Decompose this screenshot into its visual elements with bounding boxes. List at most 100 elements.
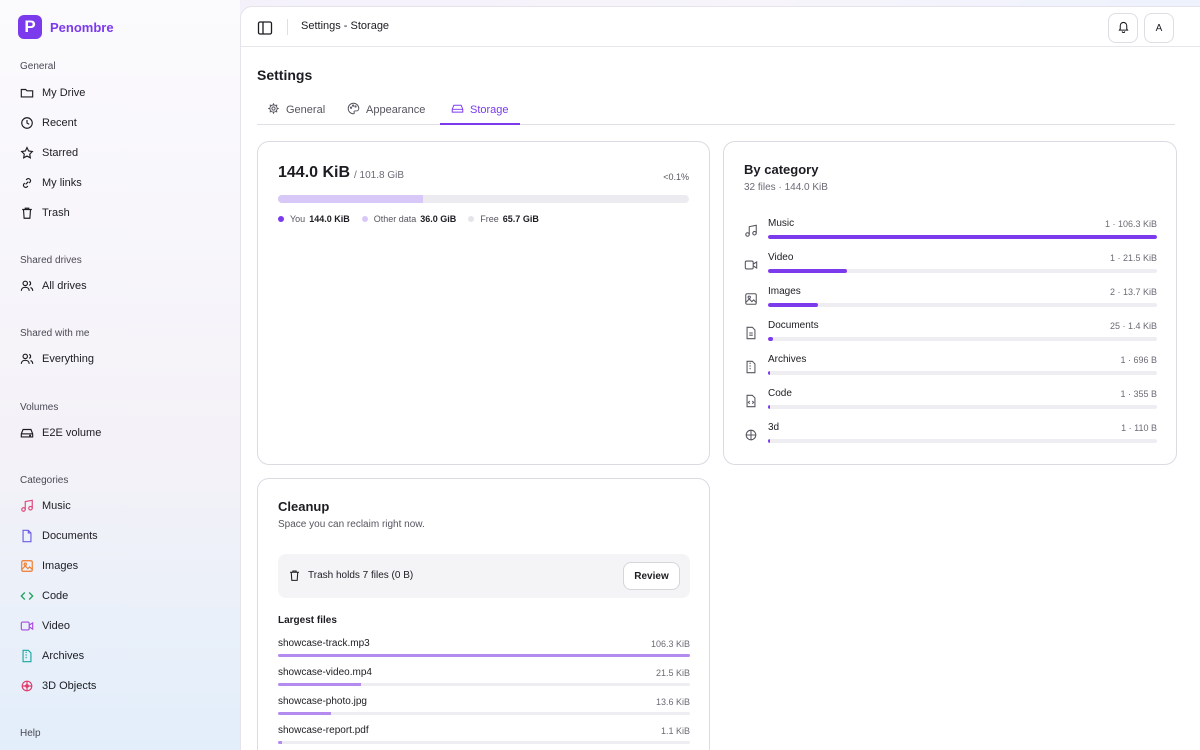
sidebar-item-label: Everything: [42, 353, 94, 365]
category-bar: [768, 337, 1157, 341]
legend-dot: [361, 216, 368, 222]
notifications-button[interactable]: [1108, 13, 1138, 43]
settings-tabs: General Appearance Storage: [257, 95, 1175, 125]
category-bar-fill: [768, 337, 774, 341]
drive-icon: [451, 102, 464, 118]
sidebar-item-label: My Drive: [42, 87, 86, 99]
cube-icon: [20, 679, 34, 693]
file-size-bar: [278, 654, 690, 657]
sidebar-item-my-drive[interactable]: My Drive: [20, 83, 220, 103]
by-category-card: By category 32 files · 144.0 KiB Music 1 …: [723, 141, 1177, 465]
sidebar-item-music[interactable]: Music: [20, 496, 220, 516]
sidebar-item-images[interactable]: Images: [20, 556, 220, 576]
category-row-code[interactable]: Code 1 · 355 B: [744, 388, 1157, 414]
trash-summary-text: Trash holds 7 files (0 B): [308, 570, 414, 581]
category-value: 1 · 21.5 KiB: [1109, 253, 1157, 263]
section-label-shared-drives: Shared drives: [20, 255, 82, 266]
sidebar-item-label: My links: [42, 177, 82, 189]
section-label-volumes: Volumes: [20, 402, 59, 413]
usage-used: 144.0 KiB: [278, 164, 351, 181]
category-name: Archives: [768, 354, 807, 365]
usage-bar-fill: [278, 195, 424, 203]
category-row-documents[interactable]: Documents 25 · 1.4 KiB: [744, 320, 1157, 346]
storage-usage-card: 144.0 KiB / 101.8 GiB <0.1% You 144.0 KiB…: [257, 141, 710, 465]
section-label-general: General: [20, 61, 56, 72]
legend-value: 36.0 GiB: [420, 214, 457, 224]
sidebar-item-e2e-volume[interactable]: E2E volume: [20, 423, 220, 443]
code-file-icon: [744, 394, 758, 408]
star-icon: [20, 146, 34, 160]
cleanup-card: Cleanup Space you can reclaim right now.…: [257, 478, 710, 750]
tab-appearance[interactable]: Appearance: [347, 95, 425, 125]
tab-general[interactable]: General: [267, 95, 325, 125]
largest-file-row[interactable]: showcase-report.pdf 1.1 KiB: [278, 725, 690, 749]
largest-files-title: Largest files: [278, 615, 337, 626]
sidebar-item-starred[interactable]: Starred: [20, 143, 220, 163]
tab-label: Storage: [470, 104, 509, 116]
largest-file-row[interactable]: showcase-track.mp3 106.3 KiB: [278, 638, 690, 662]
sidebar-item-code[interactable]: Code: [20, 586, 220, 606]
bell-icon: [1117, 20, 1130, 36]
category-value: 1 · 106.3 KiB: [1104, 219, 1157, 229]
image-icon: [744, 292, 758, 306]
category-row-archives[interactable]: Archives 1 · 696 B: [744, 354, 1157, 380]
category-row-images[interactable]: Images 2 · 13.7 KiB: [744, 286, 1157, 312]
section-label-shared-with-me: Shared with me: [20, 328, 90, 339]
category-row-music[interactable]: Music 1 · 106.3 KiB: [744, 218, 1157, 244]
category-bar: [768, 405, 1157, 409]
category-bar-fill: [768, 303, 819, 307]
largest-file-row[interactable]: showcase-video.mp4 21.5 KiB: [278, 667, 690, 691]
avatar[interactable]: A: [1144, 13, 1174, 43]
category-value: 25 · 1.4 KiB: [1109, 321, 1157, 331]
category-bar-fill: [768, 439, 771, 443]
file-name: showcase-video.mp4: [278, 667, 372, 678]
file-name: showcase-track.mp3: [278, 638, 370, 649]
brand[interactable]: P Penombre: [0, 14, 240, 40]
category-row-video[interactable]: Video 1 · 21.5 KiB: [744, 252, 1157, 278]
archive-icon: [744, 360, 758, 374]
category-bar: [768, 303, 1157, 307]
legend-item-you: You 144.0 KiB: [278, 214, 350, 224]
category-row-3d[interactable]: 3d 1 · 110 B: [744, 422, 1157, 448]
sidebar-item-everything[interactable]: Everything: [20, 349, 220, 369]
sidebar-toggle-icon[interactable]: [257, 20, 273, 36]
sidebar-item-label: Recent: [42, 117, 77, 129]
tab-storage[interactable]: Storage: [451, 95, 509, 125]
sidebar-item-trash[interactable]: Trash: [20, 203, 220, 223]
sidebar-item-video[interactable]: Video: [20, 616, 220, 636]
sidebar-item-label: Images: [42, 560, 79, 572]
legend-dot: [278, 216, 284, 222]
by-category-title: By category: [744, 162, 819, 177]
sidebar-item-all-drives[interactable]: All drives: [20, 276, 220, 296]
code-icon: [20, 589, 34, 603]
review-button[interactable]: Review: [623, 562, 680, 590]
sidebar-item-my-links[interactable]: My links: [20, 173, 220, 193]
legend-value: 65.7 GiB: [502, 214, 539, 224]
topbar: Settings - Storage A: [241, 7, 1200, 47]
file-size-bar-fill: [278, 654, 690, 657]
sidebar-item-recent[interactable]: Recent: [20, 113, 220, 133]
category-name: Documents: [768, 320, 819, 331]
sidebar-item-label: Code: [42, 590, 69, 602]
sidebar-item-documents[interactable]: Documents: [20, 526, 220, 546]
sidebar-item-label: Trash: [42, 207, 70, 219]
sidebar-item-label: Video: [42, 620, 70, 632]
document-icon: [20, 529, 34, 543]
topbar-divider: [287, 19, 288, 35]
file-size: 21.5 KiB: [655, 668, 690, 678]
gear-icon: [267, 102, 280, 118]
video-icon: [744, 258, 758, 272]
sidebar-item-label: 3D Objects: [42, 680, 97, 692]
video-icon: [20, 619, 34, 633]
sidebar-item-archives[interactable]: Archives: [20, 646, 220, 666]
sidebar-item-3d-objects[interactable]: 3D Objects: [20, 676, 220, 696]
users-icon: [20, 279, 34, 293]
category-value: 1 · 355 B: [1120, 389, 1157, 399]
file-size: 106.3 KiB: [650, 639, 690, 649]
sidebar-item-label: Archives: [42, 650, 85, 662]
largest-file-row[interactable]: showcase-photo.jpg 13.6 KiB: [278, 696, 690, 720]
link-icon: [20, 176, 34, 190]
section-label-help[interactable]: Help: [0, 728, 41, 739]
history-icon: [20, 116, 34, 130]
palette-icon: [347, 102, 360, 118]
